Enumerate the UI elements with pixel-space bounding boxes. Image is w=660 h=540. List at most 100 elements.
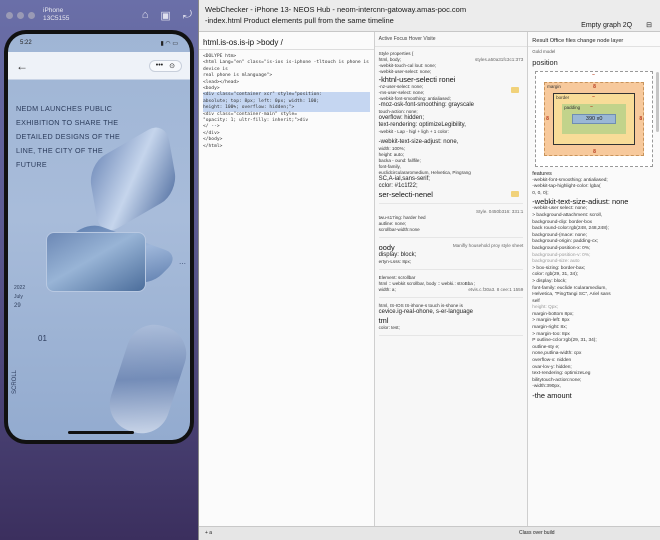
border-value: – — [592, 94, 595, 100]
computed-line[interactable]: > display: block; — [532, 279, 656, 286]
date-month: July — [14, 294, 23, 300]
computed-line[interactable]: -webkit-user select: none; — [532, 206, 656, 213]
add-filter-button[interactable]: + a — [205, 530, 212, 536]
date-day: 29 — [14, 303, 21, 309]
dom-line[interactable]: </html> — [203, 144, 370, 150]
back-arrow-icon[interactable]: ← — [16, 59, 28, 73]
class-build-label[interactable]: Class over build — [519, 530, 555, 536]
margin-bottom-value: 8 — [593, 149, 596, 155]
devtools-window: WebChecker - iPhone 13- NEOS Hub - neom-… — [198, 0, 660, 540]
css-declaration[interactable]: ertyn-Lsss: 8px; — [379, 259, 524, 265]
border-label: border — [556, 95, 570, 100]
css-declaration[interactable]: display: block; — [379, 252, 524, 259]
computed-line[interactable]: background-origin: padding-cx; — [532, 239, 656, 246]
computed-line[interactable]: -the amount — [532, 391, 656, 400]
home-indicator[interactable] — [68, 431, 134, 434]
computed-line[interactable]: height: Qpx; — [532, 305, 656, 312]
simulator-title: iPhone 13C5155 — [43, 7, 69, 23]
home-icon[interactable]: ⌂ — [142, 9, 149, 22]
more-icon[interactable]: ••• — [156, 62, 163, 69]
computed-line[interactable]: text-rendering: optimizeLeg — [532, 371, 656, 378]
panel-toggle-icon[interactable]: ⊟ — [646, 20, 652, 31]
simulator-toolbar: iPhone 13C5155 ⌂ ▣ ⤾ — [0, 0, 198, 30]
news-image-card[interactable] — [46, 232, 146, 292]
rule-source-link[interactable]: styles.a50a31fc3c1:373 — [475, 57, 523, 63]
css-declaration[interactable]: ser-selecti-nenel — [379, 190, 524, 199]
css-declaration[interactable]: -webkit-text-size-adjust: none, — [379, 139, 524, 146]
window-controls[interactable] — [6, 11, 35, 19]
dom-tree[interactable]: <DOLYPE htm> <html Lang="en" class="is-i… — [199, 50, 374, 154]
styles-pane: Active Focus Hover Visite Style properti… — [374, 32, 529, 526]
mini-program-nav: ← ••• ⊙ — [8, 52, 190, 80]
box-margin[interactable]: margin 8 8 8 8 border – padding – 390 x0 — [544, 82, 645, 156]
zoom-window-button[interactable] — [28, 11, 35, 19]
scroll-hint: SCROLL — [12, 369, 18, 394]
rule-selector[interactable]: tml — [379, 316, 524, 325]
date-year: 2022 — [14, 285, 26, 291]
computed-line[interactable]: back round-color:rgb(248, 248,248); — [532, 226, 656, 233]
rule-source-link[interactable]: etvis.c.f30a3. 8 cee:1 1559 — [468, 287, 523, 293]
padding-label: padding — [564, 105, 581, 110]
close-circle-icon[interactable]: ⊙ — [169, 62, 175, 70]
computed-header: Result Office files change node layer — [528, 32, 660, 47]
box-border[interactable]: border – padding – 390 x0 — [553, 93, 636, 145]
computed-line[interactable]: overflow-x: nidden — [532, 358, 656, 365]
computed-line[interactable]: -webkit-tap-highlight-color: lgba( — [532, 184, 656, 191]
css-declaration[interactable]: cclor: #1c1f22; — [379, 183, 524, 190]
minimize-window-button[interactable] — [17, 11, 24, 19]
computed-line[interactable]: Helvetica, "PingTangi SC", Ariel sans — [532, 292, 656, 299]
news-headline: NEDM LAUNCHES PUBLIC EXHIBITION TO SHARE… — [16, 104, 121, 169]
breadcrumb[interactable]: html.is-os.is-ip >body / — [199, 32, 374, 50]
box-model-label: Gold model — [532, 49, 556, 54]
css-rule[interactable]: oody Manifly household proy style sheet d… — [378, 243, 524, 270]
computed-line[interactable]: 0, 0, 0); — [532, 191, 656, 198]
css-declaration[interactable]: scrollbar-width:none — [379, 227, 524, 233]
css-declaration[interactable]: -moz-osk-font-smoothing: grayscale — [379, 102, 524, 109]
computed-line[interactable]: color: rgb(29, 31, 34); — [532, 272, 656, 279]
css-declaration[interactable]: text-rendering: optimizeLegibility, — [379, 122, 524, 129]
rule-selector[interactable]: html, body; — [379, 57, 401, 62]
computed-line[interactable]: margin-right: 8x; — [532, 325, 656, 332]
device-name: iPhone — [43, 7, 64, 14]
toolbar-graph-label[interactable]: Empty graph 2Q — [581, 20, 632, 31]
close-window-button[interactable] — [6, 11, 13, 19]
rule-selector[interactable]: oody — [379, 243, 395, 252]
rule-source-link[interactable]: Style. 0450b316: 331:1 — [476, 209, 523, 215]
screenshot-icon[interactable]: ▣ — [160, 9, 170, 22]
capsule-menu[interactable]: ••• ⊙ — [148, 59, 182, 72]
css-declaration[interactable]: SC,A-ial,sans-serif; — [379, 176, 524, 183]
inherited-header: cevice.ig-real-ohone, s-er-language — [378, 309, 474, 315]
rule-source-link[interactable]: Manifly household proy style sheet — [453, 243, 523, 249]
more-dots-icon[interactable]: ⋯ — [179, 260, 186, 268]
computed-line[interactable]: -width:390px, — [532, 384, 656, 391]
computed-line[interactable]: > background-attachment: scroll, — [532, 213, 656, 220]
css-rule[interactable]: html, IS-IOS IS-iIhone-s touch is-shone … — [378, 303, 524, 336]
content-size: 390 x0 — [585, 116, 603, 122]
computed-line[interactable]: background-size: auto — [532, 259, 656, 266]
css-rule[interactable]: Style. 0450b316: 331:1 twu-s17ing: harde… — [378, 209, 524, 238]
phone-frame: 5:22 ▮ ◠ ▭ ← ••• ⊙ NEDM LAUNCHES PUBLIC … — [4, 30, 194, 444]
scrollbar[interactable] — [656, 72, 660, 132]
margin-left-value: 8 — [546, 116, 549, 122]
warning-icon — [511, 87, 520, 93]
rule-selector[interactable]: html :: webkit scrollbar, body :: webki.… — [379, 281, 476, 286]
state-filters[interactable]: Active Focus Hover Visite — [374, 32, 528, 47]
css-rule[interactable]: html, body; styles.a50a31fc3c1:373 -webki… — [378, 57, 524, 204]
css-declaration[interactable]: color: test; — [379, 325, 524, 331]
css-declaration[interactable]: -khtnl-user-selecti ronei — [379, 75, 524, 84]
devtools-title: WebChecker - iPhone 13- NEOS Hub - neom-… — [205, 5, 467, 14]
ribbon-graphic — [102, 317, 190, 440]
margin-right-value: 8 — [639, 116, 643, 122]
computed-properties: features -webkit-font-smoothing: antiali… — [528, 167, 660, 404]
box-model-diagram[interactable]: – margin 8 8 8 8 border – padding – 390 … — [535, 71, 654, 167]
computed-line[interactable]: background-position-x: 0%; — [532, 246, 656, 253]
rotate-icon[interactable]: ⤾ — [183, 9, 192, 22]
dom-line[interactable]: <html Lang="en" class="is-ios is-iphone … — [203, 60, 370, 73]
status-time: 5:22 — [20, 40, 32, 46]
box-padding[interactable]: padding – 390 x0 — [562, 104, 627, 134]
padding-value: – — [590, 104, 593, 110]
css-declaration[interactable]: overflow: hidden; — [379, 115, 524, 122]
css-rule[interactable]: Element: scrollbar html :: webkit scroll… — [378, 275, 524, 298]
computed-line[interactable]: P outline-cclor:rgb(29, 31, 34); — [532, 338, 656, 345]
box-content[interactable]: 390 x0 — [572, 114, 617, 124]
